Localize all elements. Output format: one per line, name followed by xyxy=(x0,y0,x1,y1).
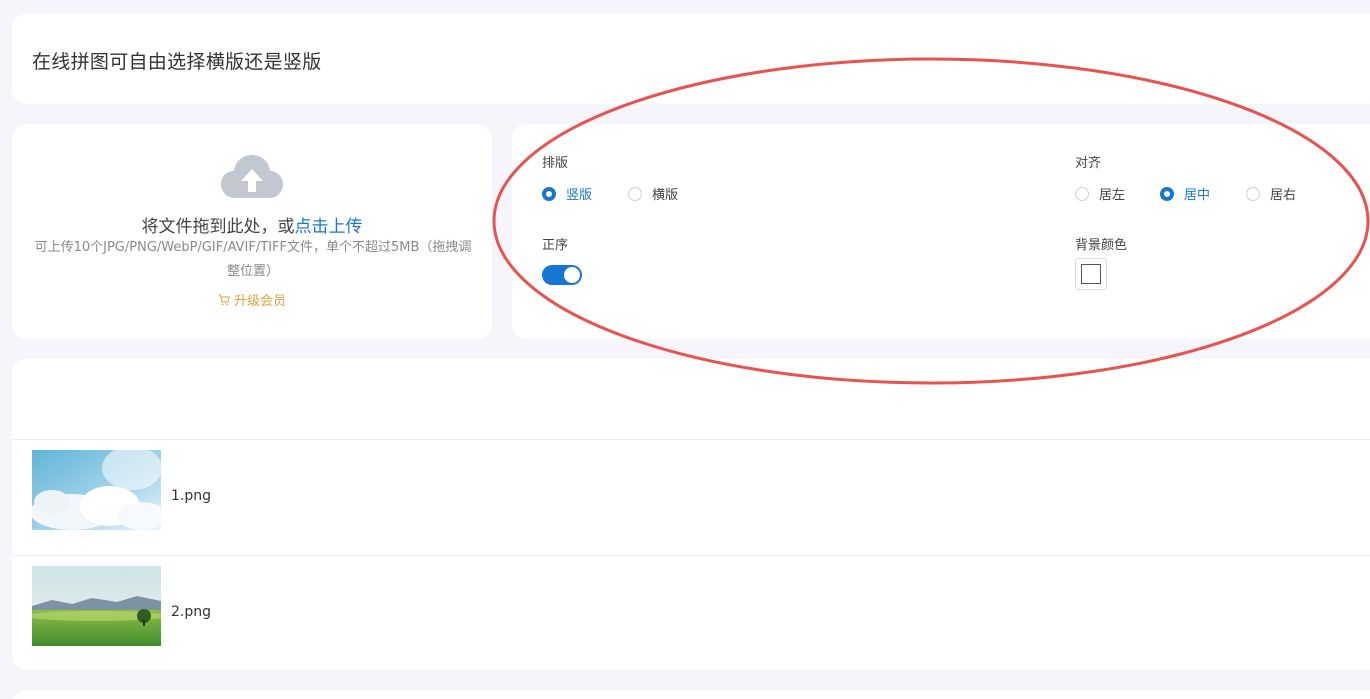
upgrade-vip-link[interactable]: 升级会员 xyxy=(12,290,492,309)
align-right-label: 居右 xyxy=(1270,188,1297,203)
thumbnail-green-field xyxy=(32,566,161,646)
cloud-upload-icon xyxy=(221,155,283,198)
radio-unchecked-icon xyxy=(628,186,642,201)
layout-label: 排版 xyxy=(542,156,569,171)
file-list: 1.png 2.png xyxy=(12,359,1370,670)
settings-panel: 排版 竖版 横版 对齐 居左 居中 居右 正序 背景颜色 xyxy=(512,124,1370,339)
radio-unchecked-icon xyxy=(1075,186,1089,201)
toggle-knob xyxy=(564,267,580,283)
upload-instruction: 将文件拖到此处，或点击上传 xyxy=(12,212,492,237)
bg-color-label: 背景颜色 xyxy=(1075,238,1128,253)
file-name: 2.png xyxy=(171,604,212,620)
bg-color-picker[interactable] xyxy=(1075,258,1107,290)
align-center-label: 居中 xyxy=(1184,188,1211,203)
align-label: 对齐 xyxy=(1075,156,1102,171)
cart-icon xyxy=(218,294,230,306)
radio-checked-icon xyxy=(1160,186,1174,201)
radio-unchecked-icon xyxy=(1246,186,1260,201)
align-center-radio[interactable]: 居中 xyxy=(1160,184,1210,203)
list-item[interactable]: 2.png xyxy=(12,555,1370,671)
upgrade-vip-label: 升级会员 xyxy=(233,294,286,309)
upload-dropzone[interactable]: 将文件拖到此处，或点击上传 可上传10个JPG/PNG/WebP/GIF/AVI… xyxy=(12,124,492,339)
file-name: 1.png xyxy=(171,488,212,504)
title-card: 在线拼图可自由选择横版还是竖版 xyxy=(12,14,1370,104)
order-label: 正序 xyxy=(542,238,569,253)
radio-checked-icon xyxy=(542,186,556,201)
layout-horizontal-label: 横版 xyxy=(652,188,679,203)
layout-horizontal-radio[interactable]: 横版 xyxy=(628,184,678,203)
color-swatch-preview xyxy=(1081,264,1101,284)
layout-vertical-label: 竖版 xyxy=(566,188,593,203)
layout-vertical-radio[interactable]: 竖版 xyxy=(542,184,592,203)
page-title: 在线拼图可自由选择横版还是竖版 xyxy=(32,51,322,73)
order-toggle[interactable] xyxy=(542,265,582,285)
list-item[interactable]: 1.png xyxy=(12,439,1370,555)
click-upload-link[interactable]: 点击上传 xyxy=(295,217,363,237)
align-left-radio[interactable]: 居左 xyxy=(1075,184,1125,203)
thumbnail-sky-clouds xyxy=(32,450,161,530)
upload-instruction-text: 将文件拖到此处，或 xyxy=(141,217,295,237)
bottom-card xyxy=(12,690,1370,699)
align-right-radio[interactable]: 居右 xyxy=(1246,184,1296,203)
upload-hint: 可上传10个JPG/PNG/WebP/GIF/AVIF/TIFF文件，单个不超过… xyxy=(34,240,472,279)
align-left-label: 居左 xyxy=(1099,188,1126,203)
